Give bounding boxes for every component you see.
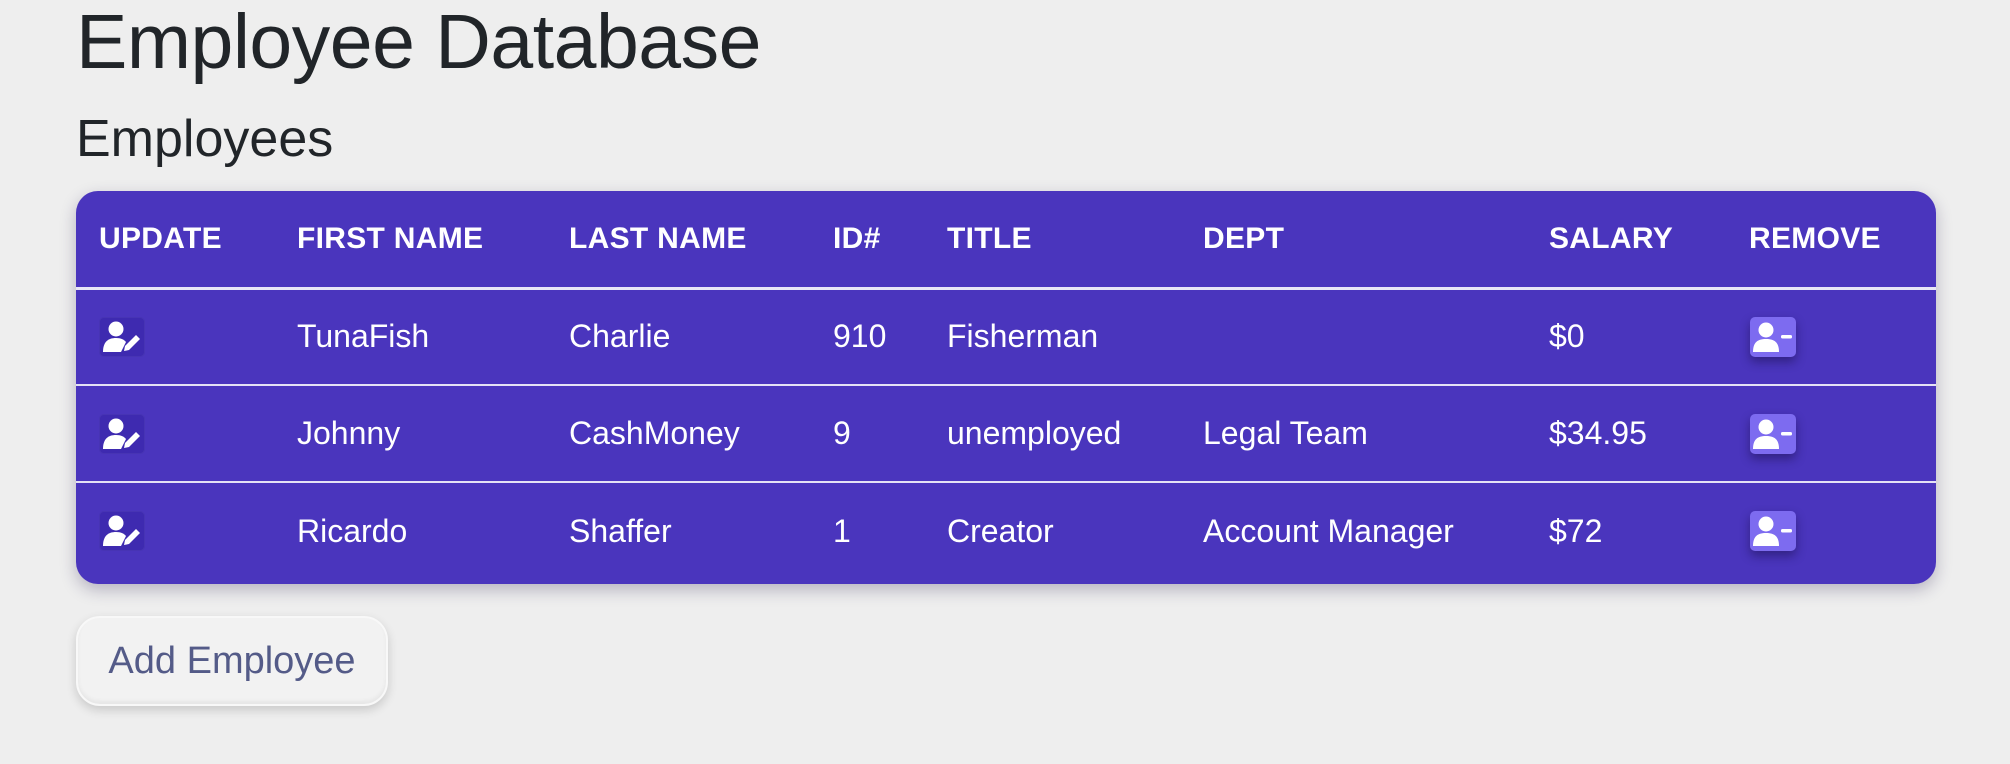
update-employee-button[interactable] [99, 316, 145, 357]
table-header-row: UPDATE FIRST NAME LAST NAME ID# TITLE DE… [76, 191, 1936, 290]
last-name-cell: Shaffer [569, 512, 672, 549]
title-cell: Creator [947, 512, 1054, 549]
section-title: Employees [76, 110, 334, 168]
column-header-salary: SALARY [1526, 191, 1726, 290]
salary-cell: $0 [1549, 318, 1585, 355]
update-cell [76, 385, 274, 482]
remove-employee-button[interactable] [1750, 413, 1796, 454]
column-header-dept: DEPT [1180, 191, 1526, 290]
remove-employee-button[interactable] [1750, 511, 1796, 551]
column-header-title: TITLE [924, 191, 1180, 290]
column-header-last-name: LAST NAME [546, 191, 810, 290]
last-name-cell: Charlie [569, 318, 671, 355]
user-remove-icon [1753, 419, 1792, 449]
user-edit-icon [103, 418, 140, 449]
dept-cell [1180, 288, 1526, 385]
id-cell: 9 [833, 415, 851, 451]
first-name-cell: Johnny [297, 415, 401, 451]
add-employee-button[interactable]: Add Employee [76, 616, 388, 706]
user-remove-icon [1753, 516, 1792, 546]
first-name-cell: Ricardo [297, 512, 408, 549]
table-row: TunaFish Charlie 910 Fisherman $0 [76, 288, 1936, 385]
page-title: Employee Database [76, 0, 761, 85]
last-name-cell: CashMoney [569, 415, 740, 451]
update-cell [76, 288, 274, 385]
id-cell: 1 [833, 512, 851, 549]
table-row: Johnny CashMoney 9 unemployed Legal Team… [76, 385, 1936, 482]
user-edit-icon [103, 515, 140, 546]
salary-cell: $34.95 [1549, 415, 1647, 451]
remove-cell [1726, 482, 1936, 579]
user-remove-icon [1753, 322, 1792, 352]
id-cell: 910 [833, 318, 887, 355]
update-employee-button[interactable] [99, 511, 145, 551]
first-name-cell: TunaFish [297, 318, 430, 355]
column-header-remove: REMOVE [1726, 191, 1936, 290]
column-header-update: UPDATE [76, 191, 274, 290]
user-edit-icon [103, 321, 140, 352]
column-header-first-name: FIRST NAME [274, 191, 546, 290]
update-employee-button[interactable] [99, 413, 145, 454]
title-cell: Fisherman [947, 318, 1099, 355]
table-row: Ricardo Shaffer 1 Creator Account Manage… [76, 482, 1936, 579]
dept-cell: Legal Team [1203, 415, 1368, 451]
title-cell: unemployed [947, 415, 1122, 451]
employee-table-card: UPDATE FIRST NAME LAST NAME ID# TITLE DE… [76, 191, 1936, 584]
dept-cell: Account Manager [1203, 512, 1454, 549]
update-cell [76, 482, 274, 579]
column-header-id: ID# [810, 191, 924, 290]
remove-cell [1726, 385, 1936, 482]
employee-table: UPDATE FIRST NAME LAST NAME ID# TITLE DE… [76, 191, 1936, 579]
salary-cell: $72 [1549, 512, 1603, 549]
remove-cell [1726, 288, 1936, 385]
remove-employee-button[interactable] [1750, 316, 1796, 357]
